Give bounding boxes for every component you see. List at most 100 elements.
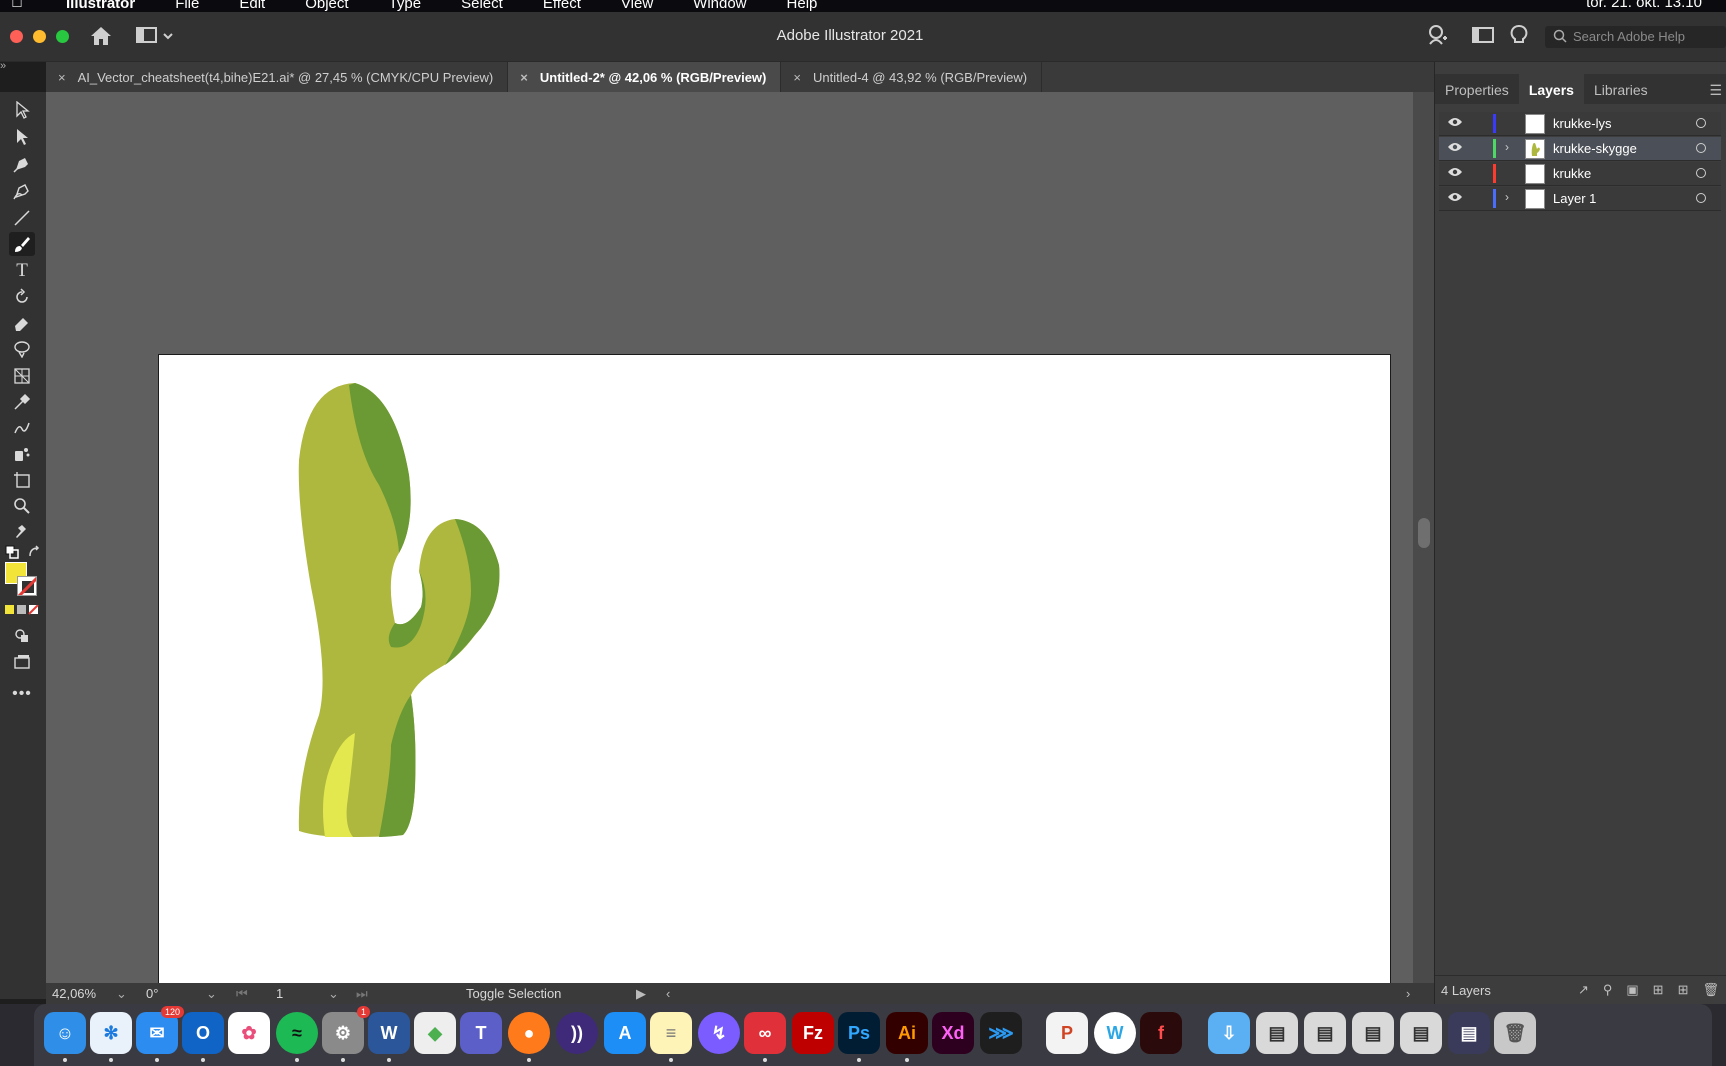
trash-icon[interactable]: 🗑 bbox=[1494, 1012, 1536, 1054]
wunderlist-icon[interactable]: W bbox=[1094, 1012, 1136, 1054]
curvature-tool-icon[interactable] bbox=[9, 179, 35, 203]
apple-icon[interactable]:  bbox=[0, 0, 34, 12]
vscode-icon[interactable]: ⋙ bbox=[980, 1012, 1022, 1054]
illustrator-icon[interactable]: Ai bbox=[886, 1012, 928, 1062]
menu-edit[interactable]: Edit bbox=[239, 0, 265, 12]
vertical-scrollbar[interactable] bbox=[1413, 92, 1434, 983]
close-tab-icon[interactable]: × bbox=[58, 70, 66, 85]
layer-row-krukke-skygge[interactable]: › krukke-skygge bbox=[1439, 137, 1721, 161]
system-preferences-icon[interactable]: ⚙ 1 bbox=[322, 1006, 370, 1062]
eraser-tool-icon[interactable] bbox=[9, 311, 35, 335]
menu-view[interactable]: View bbox=[621, 0, 653, 12]
tab-untitled-4[interactable]: × Untitled-4 @ 43,92 % (RGB/Preview) bbox=[781, 62, 1043, 92]
status-mode-label[interactable]: Toggle Selection bbox=[466, 986, 561, 1001]
firefox-icon[interactable]: ● bbox=[508, 1012, 550, 1062]
podcast-app-icon[interactable]: )) bbox=[556, 1012, 598, 1054]
layer-name[interactable]: Layer 1 bbox=[1553, 191, 1596, 206]
outlook-icon[interactable]: O bbox=[182, 1012, 224, 1062]
document-stack-icon[interactable]: ▤ bbox=[1256, 1012, 1298, 1054]
rotate-tool-icon[interactable] bbox=[9, 285, 35, 309]
locate-object-icon[interactable]: ⚲ bbox=[1603, 982, 1613, 998]
swap-fill-stroke-icon[interactable] bbox=[27, 545, 41, 564]
layer-row-layer-1[interactable]: › Layer 1 bbox=[1439, 187, 1721, 211]
layer-row-krukke-lys[interactable]: krukke-lys bbox=[1439, 112, 1721, 136]
layer-target-icon[interactable] bbox=[1696, 118, 1706, 128]
creative-cloud-icon[interactable]: ∞ bbox=[744, 1012, 786, 1062]
search-adobe-help-field[interactable]: Search Adobe Help bbox=[1545, 26, 1726, 48]
expand-layer-chevron-icon[interactable]: › bbox=[1505, 140, 1509, 154]
layer-name[interactable]: krukke-lys bbox=[1553, 116, 1612, 131]
layer-name[interactable]: krukke-skygge bbox=[1553, 141, 1637, 156]
zoom-tool-icon[interactable] bbox=[9, 494, 35, 518]
menu-select[interactable]: Select bbox=[461, 0, 503, 12]
visibility-eye-icon[interactable] bbox=[1447, 115, 1463, 133]
tab-libraries[interactable]: Libraries bbox=[1584, 74, 1658, 104]
last-artboard-icon[interactable]: ⏭ bbox=[356, 986, 368, 1002]
scrollbar-thumb[interactable] bbox=[1418, 518, 1430, 548]
word-icon[interactable]: W bbox=[368, 1012, 410, 1062]
menu-effect[interactable]: Effect bbox=[543, 0, 581, 12]
direct-selection-tool-icon[interactable] bbox=[9, 125, 35, 149]
finder-icon[interactable]: ☺ bbox=[44, 1012, 86, 1062]
screenshot-stack-icon[interactable]: ▤ bbox=[1448, 1012, 1490, 1054]
tab-ai-vector-cheatsheet[interactable]: × AI_Vector_cheatsheet(t4,bihe)E21.ai* @… bbox=[46, 62, 509, 92]
photoshop-icon[interactable]: Ps bbox=[838, 1012, 880, 1062]
stroke-color-swatch[interactable] bbox=[17, 576, 37, 596]
tab-untitled-2[interactable]: × Untitled-2* @ 42,06 % (RGB/Preview) bbox=[508, 62, 782, 92]
document-stack-icon[interactable]: ▤ bbox=[1304, 1012, 1346, 1054]
status-menu-arrow-icon[interactable]: ▶ bbox=[636, 986, 646, 1002]
mail-icon[interactable]: ✉ 120 bbox=[136, 1006, 184, 1062]
photos-icon[interactable]: ✿ bbox=[228, 1012, 270, 1054]
powerpoint-icon[interactable]: P bbox=[1046, 1012, 1088, 1054]
visibility-eye-icon[interactable] bbox=[1447, 190, 1463, 208]
menu-file[interactable]: File bbox=[175, 0, 199, 12]
tab-layers[interactable]: Layers bbox=[1518, 74, 1584, 104]
type-tool-icon[interactable]: T bbox=[9, 259, 35, 283]
eyedropper-tool-icon[interactable] bbox=[9, 390, 35, 414]
paintbrush-tool-icon[interactable] bbox=[9, 232, 35, 256]
menu-window[interactable]: Window bbox=[693, 0, 746, 12]
app-store-icon[interactable]: A bbox=[604, 1012, 646, 1054]
visibility-eye-icon[interactable] bbox=[1447, 165, 1463, 183]
visibility-eye-icon[interactable] bbox=[1447, 140, 1463, 158]
document-stack-icon[interactable]: ▤ bbox=[1352, 1012, 1394, 1054]
discover-lightbulb-icon[interactable] bbox=[1510, 24, 1528, 51]
pen-tool-icon[interactable] bbox=[9, 152, 35, 176]
zoom-level[interactable]: 42,06% bbox=[52, 986, 96, 1001]
symbol-sprayer-tool-icon[interactable] bbox=[9, 442, 35, 466]
arrange-documents-icon[interactable] bbox=[1472, 26, 1494, 49]
collect-for-export-icon[interactable]: ↗ bbox=[1578, 982, 1589, 998]
notes-icon[interactable]: ≡ bbox=[650, 1012, 692, 1062]
rotation-dropdown-icon[interactable]: ⌄ bbox=[206, 986, 217, 1002]
safari-icon[interactable]: ✻ bbox=[90, 1012, 132, 1062]
selection-tool-icon[interactable] bbox=[9, 98, 35, 122]
new-sublayer-icon[interactable]: ⊞ bbox=[1653, 982, 1664, 998]
color-mode-icons[interactable] bbox=[5, 602, 41, 620]
panel-menu-icon[interactable]: ☰ bbox=[1709, 82, 1722, 99]
share-icon[interactable] bbox=[1426, 24, 1448, 51]
scroll-right-icon[interactable]: › bbox=[1406, 986, 1410, 1001]
new-layer-icon[interactable]: ⊞ bbox=[1678, 982, 1689, 998]
flash-icon[interactable]: f bbox=[1140, 1012, 1182, 1054]
more-tools-icon[interactable]: ••• bbox=[9, 682, 35, 706]
layer-target-icon[interactable] bbox=[1696, 193, 1706, 203]
lasso-tool-icon[interactable] bbox=[9, 337, 35, 361]
sims-plumbob-icon[interactable]: ◆ bbox=[414, 1012, 456, 1054]
layer-target-icon[interactable] bbox=[1696, 143, 1706, 153]
first-artboard-icon[interactable]: ⏮ bbox=[236, 986, 248, 1002]
artboard-number[interactable]: 1 bbox=[276, 986, 283, 1001]
clipping-mask-icon[interactable]: ▣ bbox=[1626, 982, 1638, 998]
expand-layer-chevron-icon[interactable]: › bbox=[1505, 190, 1509, 204]
artboard[interactable] bbox=[158, 354, 1391, 1048]
perspective-grid-tool-icon[interactable] bbox=[9, 364, 35, 388]
scroll-left-icon[interactable]: ‹ bbox=[666, 986, 670, 1001]
zoom-dropdown-icon[interactable]: ⌄ bbox=[116, 986, 127, 1002]
artboard-tool-icon[interactable] bbox=[9, 468, 35, 492]
collapse-toolbar-icon[interactable]: » bbox=[0, 60, 46, 74]
drawing-mode-icon[interactable] bbox=[9, 624, 35, 648]
screen-mode-icon[interactable] bbox=[9, 650, 35, 674]
rotation-value[interactable]: 0° bbox=[146, 986, 158, 1001]
tab-properties[interactable]: Properties bbox=[1435, 74, 1519, 104]
layer-target-icon[interactable] bbox=[1696, 168, 1706, 178]
xd-icon[interactable]: Xd bbox=[932, 1012, 974, 1054]
